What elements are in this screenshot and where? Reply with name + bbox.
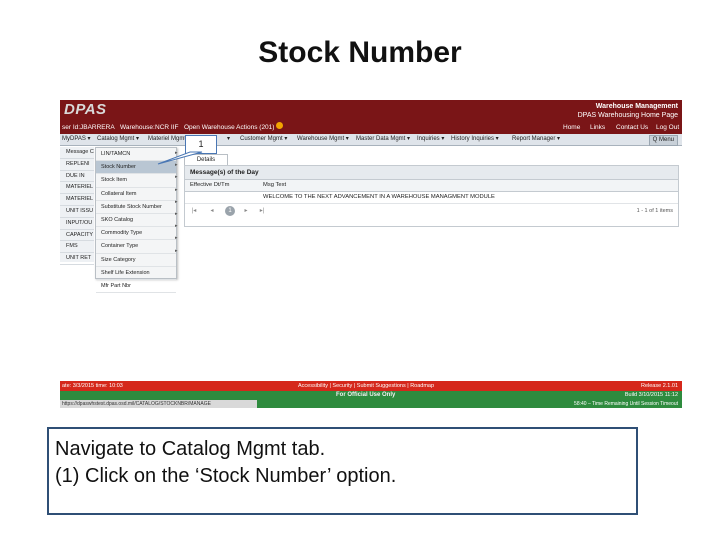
screenshot: DPAS Warehouse Management DPAS Warehousi… bbox=[60, 100, 682, 408]
left-menu-item[interactable]: UNIT ISSU bbox=[60, 206, 94, 218]
instruction-line-2: (1) Click on the ‘Stock Number’ option. bbox=[55, 465, 397, 487]
official-use-label: For Official Use Only bbox=[336, 392, 396, 398]
app-banner: DPAS Warehouse Management DPAS Warehousi… bbox=[60, 100, 682, 122]
left-menu-item[interactable]: FMS bbox=[60, 241, 94, 254]
row-text: WELCOME TO THE NEXT ADVANCEMENT IN A WAR… bbox=[263, 194, 495, 200]
chevron-right-icon: ▸ bbox=[175, 186, 178, 193]
links-link[interactable]: Links bbox=[590, 122, 605, 134]
warehouse-value: NCR IIF bbox=[155, 124, 179, 131]
home-link[interactable]: Home bbox=[563, 122, 580, 134]
left-menu-item[interactable]: MATERIEL bbox=[60, 182, 94, 195]
menu-item-shelf-life-extension[interactable]: Shelf Life Extension bbox=[96, 267, 176, 280]
left-menu-item[interactable]: CAPACITY bbox=[60, 230, 94, 242]
log-out-link[interactable]: Log Out bbox=[656, 122, 679, 134]
open-actions-link[interactable]: Open Warehouse Actions (201) bbox=[184, 122, 284, 134]
pager-info: 1 - 1 of 1 items bbox=[636, 208, 673, 214]
banner-title: Warehouse Management bbox=[595, 103, 678, 110]
left-menu-item[interactable]: Message C bbox=[60, 147, 94, 159]
menu-item-container-type[interactable]: Container Type bbox=[96, 240, 176, 254]
panel-title: Message(s) of the Day bbox=[185, 166, 678, 180]
chevron-right-icon: ▸ bbox=[175, 150, 178, 156]
contact-us-link[interactable]: Contact Us bbox=[616, 122, 648, 134]
app-footer: ate: 3/3/2015 time: 10:03 Accessibility … bbox=[60, 381, 682, 408]
step-callout: 1 bbox=[185, 135, 217, 154]
menu-item-sko-catalog[interactable]: SKO Catalog bbox=[96, 214, 176, 228]
nav-report-manager[interactable]: Report Manager ▾ bbox=[512, 134, 560, 145]
footer-links[interactable]: Accessibility | Security | Submit Sugges… bbox=[298, 381, 434, 391]
nav-inquiries[interactable]: Inquiries ▾ bbox=[417, 134, 444, 145]
left-menu: Message C REPLENI DUE IN MATERIEL MATERI… bbox=[60, 147, 94, 265]
instruction-line-1: Navigate to Catalog Mgmt tab. bbox=[55, 438, 326, 460]
chevron-right-icon: ▸ bbox=[175, 174, 178, 181]
left-menu-item[interactable]: MATERIEL bbox=[60, 194, 94, 206]
nav-mydpas[interactable]: MyDPAS ▾ bbox=[62, 134, 91, 145]
banner-subtitle: DPAS Warehousing Home Page bbox=[577, 112, 678, 119]
submenu-arrows: ▸ ▸ ▸ ▸ ▸ ▸ ▸ ▸ ▸ bbox=[175, 147, 180, 267]
slide-title: Stock Number bbox=[258, 36, 462, 69]
catalog-mgmt-dropdown: LIN/TAMCN Stock Number Stock Item Collat… bbox=[95, 147, 177, 294]
left-menu-item[interactable]: REPLENI bbox=[60, 159, 94, 171]
chevron-right-icon: ▸ bbox=[175, 162, 178, 169]
main-nav: MyDPAS ▾ Catalog Mgmt ▾ Materiel Mgmt ▾ … bbox=[60, 134, 682, 146]
footer-bar: ate: 3/3/2015 time: 10:03 Accessibility … bbox=[60, 381, 682, 391]
menu-item-lin-tamcn[interactable]: LIN/TAMCN bbox=[96, 148, 176, 162]
last-page-icon[interactable]: ▸| bbox=[257, 206, 267, 216]
session-bar: 58:40 – Time Remaining Until Session Tim… bbox=[257, 400, 682, 408]
alert-icon bbox=[276, 122, 284, 129]
column-header-effective[interactable]: Effective Dt/Tm bbox=[190, 180, 230, 191]
footer-official-bar: For Official Use Only Build 3/10/2015 11… bbox=[60, 391, 682, 400]
chevron-right-icon: ▸ bbox=[175, 198, 178, 205]
chevron-right-icon: ▸ bbox=[175, 247, 178, 254]
session-timeout: 58:40 – Time Remaining Until Session Tim… bbox=[574, 401, 678, 407]
left-menu-item[interactable]: INPUT/OU bbox=[60, 218, 94, 230]
menu-item-stock-item[interactable]: Stock Item bbox=[96, 174, 176, 188]
browser-status-url: https://dpaswhstest.dpas.osd.mil/CATALOG… bbox=[60, 400, 257, 408]
footer-datetime: ate: 3/3/2015 time: 10:03 bbox=[62, 383, 123, 389]
messages-panel: Message(s) of the Day Effective Dt/Tm Ms… bbox=[184, 165, 679, 227]
left-menu-item[interactable]: DUE IN bbox=[60, 171, 94, 183]
next-page-icon[interactable]: ▸ bbox=[241, 206, 251, 216]
user-value: JBARRERA bbox=[80, 124, 115, 131]
user-label: ser Id: bbox=[62, 124, 81, 131]
left-menu-item[interactable]: UNIT RET bbox=[60, 253, 94, 265]
nav-customer-mgmt[interactable]: Customer Mgmt ▾ bbox=[240, 134, 287, 145]
nav-history-inquiries[interactable]: History Inquiries ▾ bbox=[451, 134, 499, 145]
footer-release: Release 2.1.01 bbox=[641, 383, 678, 389]
first-page-icon[interactable]: |◂ bbox=[189, 206, 199, 216]
chevron-right-icon: ▸ bbox=[175, 235, 178, 242]
nav-materiel-arrow[interactable]: ▾ bbox=[227, 134, 230, 145]
table-row: WELCOME TO THE NEXT ADVANCEMENT IN A WAR… bbox=[185, 192, 678, 204]
menu-item-mfr-part-nbr[interactable]: Mfr Part Nbr bbox=[96, 280, 176, 294]
instruction-box: Navigate to Catalog Mgmt tab. (1) Click … bbox=[47, 427, 638, 515]
chevron-right-icon: ▸ bbox=[175, 223, 178, 230]
app-logo: DPAS bbox=[64, 101, 107, 118]
prev-page-icon[interactable]: ◂ bbox=[207, 206, 217, 216]
menu-button[interactable]: Q Menu bbox=[648, 135, 678, 146]
menu-item-commodity-type[interactable]: Commodity Type bbox=[96, 227, 176, 241]
nav-master-data-mgmt[interactable]: Master Data Mgmt ▾ bbox=[356, 134, 410, 145]
menu-item-collateral-item[interactable]: Collateral Item bbox=[96, 188, 176, 201]
user-bar: ser Id: JBARRERA Warehouse: NCR IIF Open… bbox=[60, 122, 682, 134]
nav-materiel-mgmt[interactable]: Materiel Mgmt bbox=[148, 134, 186, 145]
table-header: Effective Dt/Tm Msg Text bbox=[185, 180, 678, 192]
page-number[interactable]: 1 bbox=[225, 206, 235, 216]
warehouse-label: Warehouse: bbox=[120, 124, 155, 131]
chevron-right-icon: ▸ bbox=[175, 210, 178, 217]
menu-item-stock-number[interactable]: Stock Number bbox=[96, 161, 176, 175]
column-header-msg-text[interactable]: Msg Text bbox=[263, 180, 286, 191]
menu-item-size-category[interactable]: Size Category bbox=[96, 254, 176, 267]
nav-warehouse-mgmt[interactable]: Warehouse Mgmt ▾ bbox=[297, 134, 349, 145]
menu-item-substitute-stock-number[interactable]: Substitute Stock Number bbox=[96, 201, 176, 214]
footer-build: Build 3/10/2015 11:12 bbox=[624, 392, 678, 398]
pager: |◂ ◂ 1 ▸ ▸| 1 - 1 of 1 items bbox=[185, 204, 678, 218]
nav-catalog-mgmt[interactable]: Catalog Mgmt ▾ bbox=[97, 134, 139, 145]
